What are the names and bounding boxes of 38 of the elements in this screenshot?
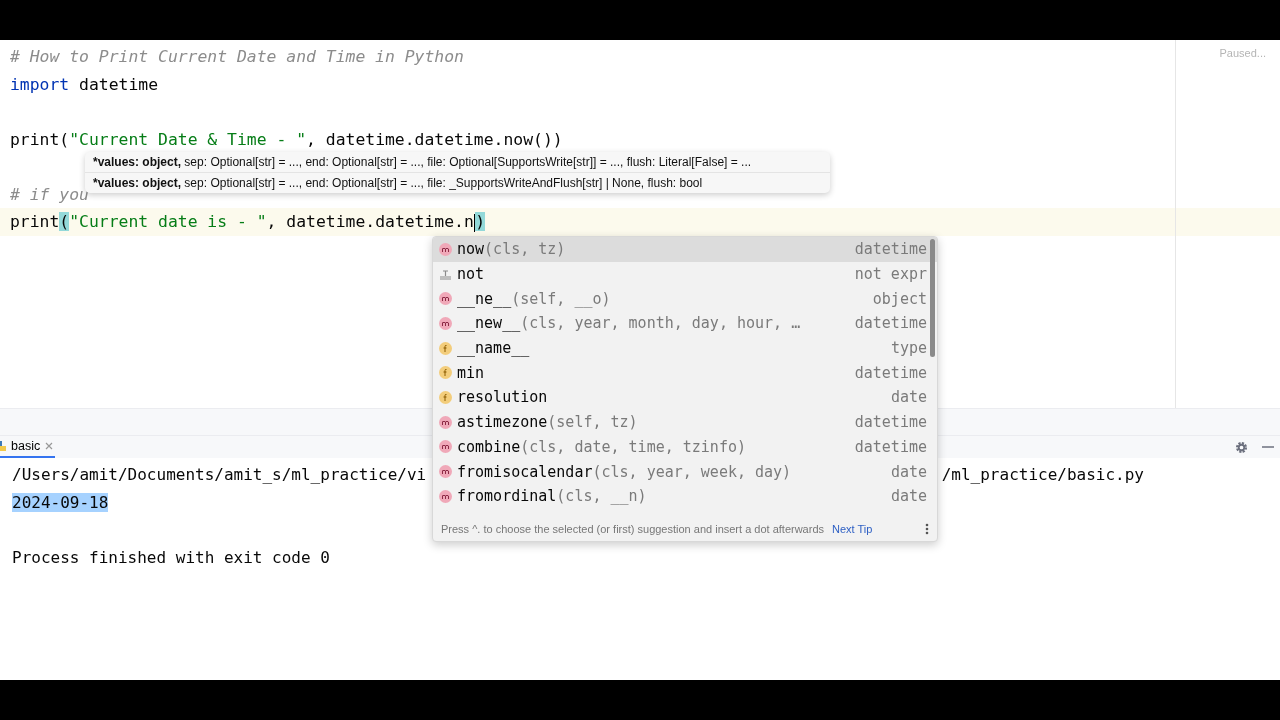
completion-item[interactable]: fromordinal(cls, __n) date (433, 483, 937, 509)
more-icon[interactable] (925, 523, 929, 535)
method-icon (439, 316, 452, 330)
code-line: print("Current Date & Time - ", datetime.datetime.now()) (10, 129, 563, 149)
run-tab[interactable]: basic (0, 436, 56, 458)
completion-item[interactable]: min datetime (433, 360, 937, 386)
completion-item[interactable]: not not expr (433, 261, 937, 287)
completion-item[interactable]: __name__ type (433, 335, 937, 361)
completion-item[interactable]: __new__(cls, year, month, day, hour, … datetime (433, 311, 937, 336)
method-icon (439, 440, 452, 454)
keyword-icon (439, 267, 452, 281)
close-icon[interactable] (45, 442, 54, 450)
next-tip-link[interactable]: Next Tip (832, 523, 873, 535)
code-line: print("Current date is - ", datetime.datetime.n) (10, 212, 486, 232)
code-comment: # How to Print Current Date and Time in Python (10, 47, 464, 67)
console-line: /ml_practice/basic.py (941, 465, 1144, 485)
console-line: /Users/amit/Documents/amit_s/ml_practice/vi (12, 465, 427, 485)
completion-item[interactable]: fromisocalendar(cls, year, week, day) date (433, 459, 937, 484)
completion-item[interactable]: __ne__(self, __o) object (433, 286, 937, 312)
settings-icon[interactable] (1235, 440, 1248, 454)
console-line: Process finished with exit code 0 (12, 547, 330, 567)
method-icon (439, 465, 452, 479)
console-output: 2024-09-18 (12, 492, 109, 512)
parameter-signature: *values: object, sep: Optional[str] = ..., end: Optional[str] = ..., file: _SupportsWriteAndFlush[str] | None, flush: bool (85, 172, 830, 193)
method-icon (439, 489, 452, 503)
completion-item[interactable]: now(cls, tz) datetime (433, 237, 937, 262)
parameter-signature: *values: object, sep: Optional[str] = ..., end: Optional[str] = ..., file: Optional[SupportsWrite[str]] = ..., flush: Literal[False] = ... (92, 154, 753, 171)
hint-text: Press ^. to choose the selected (or first) suggestion and insert a dot afterwards (441, 523, 825, 535)
status-text: Paused... (1219, 47, 1266, 59)
completion-item[interactable]: resolution date (433, 385, 937, 410)
method-icon (439, 242, 452, 256)
method-icon (439, 415, 452, 429)
completion-item[interactable]: combine(cls, date, time, tzinfo) datetime (433, 434, 937, 460)
code-line: import datetime (10, 74, 159, 94)
method-icon (439, 292, 452, 306)
field-icon (439, 341, 452, 355)
field-icon (439, 366, 452, 380)
field-icon (439, 390, 452, 404)
